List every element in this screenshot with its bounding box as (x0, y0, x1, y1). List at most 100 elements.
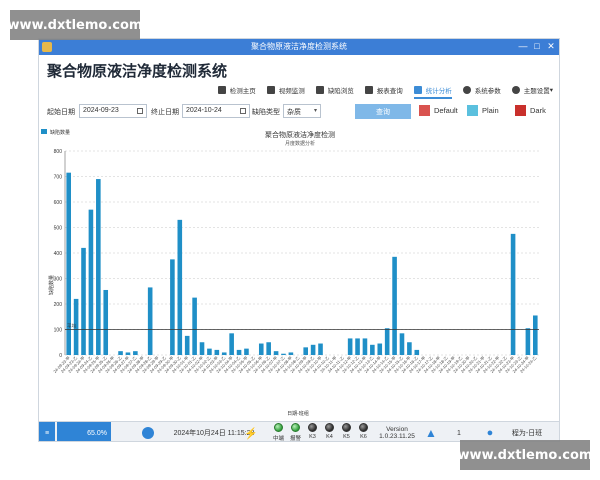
chart-bar[interactable] (103, 289, 109, 355)
print-icon (364, 86, 373, 94)
legend-label[interactable]: 缺陷数量 (50, 129, 70, 136)
tab-home[interactable]: 检测主页 (217, 83, 256, 97)
close-button[interactable]: ✕ (545, 40, 557, 52)
tab-gear[interactable]: 系统参数 (462, 83, 501, 97)
indicator-lights: 中端 报警 K3 K4 K5 K6 (271, 423, 373, 441)
chart-bar[interactable] (414, 349, 420, 355)
version-value: 1.0.23.11.25 (379, 433, 415, 440)
chart-bar[interactable] (310, 344, 316, 355)
chart-bar[interactable] (244, 348, 249, 355)
theme-plain[interactable]: Plain (467, 105, 499, 116)
legend-swatch (41, 129, 47, 134)
chart-bar[interactable] (118, 351, 123, 355)
chart-bar[interactable] (288, 352, 294, 355)
chart-bar[interactable] (170, 259, 175, 355)
chart-bar[interactable] (370, 344, 375, 355)
chart-bar[interactable] (221, 352, 227, 355)
start-date-value: 2024-09-23 (83, 107, 119, 114)
chart-bar[interactable] (81, 247, 86, 355)
chart-bar[interactable] (510, 233, 516, 355)
user-icon[interactable]: ● (483, 422, 497, 441)
theme-dark-swatch-icon (515, 105, 526, 116)
chart-bar[interactable] (236, 349, 242, 355)
chart-bar[interactable] (533, 315, 538, 355)
calendar-icon[interactable] (240, 108, 246, 114)
tab-picture[interactable]: 缺陷浏览 (315, 83, 354, 97)
theme-dark[interactable]: Dark (515, 105, 546, 116)
tab-label: 报表查询 (376, 88, 403, 95)
version-info: Version 1.0.23.11.25 (377, 422, 417, 441)
chart-bar[interactable] (125, 352, 131, 355)
progress-value: 65.0% (87, 429, 107, 437)
end-date-input[interactable]: 2024-10-24 (182, 104, 250, 118)
chart-bar[interactable] (281, 353, 286, 355)
y-tick-label: 400 (54, 251, 63, 257)
minimize-button[interactable]: — (517, 40, 529, 52)
tab-label: 视频监测 (278, 88, 305, 95)
indicator-label: K4 (326, 434, 333, 440)
chart-bar[interactable] (266, 342, 271, 355)
end-date-value: 2024-10-24 (186, 107, 222, 114)
chart-bar[interactable] (184, 335, 190, 355)
chart-bar[interactable] (384, 328, 390, 355)
chart-bar[interactable] (392, 256, 397, 355)
chart-bar[interactable] (147, 287, 153, 355)
picture-icon (315, 86, 324, 94)
chart-bar[interactable] (362, 338, 368, 355)
y-tick-label: 100 (54, 328, 63, 334)
y-tick-label: 300 (54, 277, 63, 283)
tab-label: 缺陷浏览 (327, 88, 354, 95)
chart-bar[interactable] (229, 333, 234, 355)
tab-image[interactable]: 视频监测 (266, 83, 305, 97)
chart-area: 缺陷数量 聚合物原液洁净度检测 月度数据分析 缺陷数量 日期-班组 0 100 20… (39, 129, 559, 421)
chevron-down-icon: ▾ (313, 108, 317, 114)
main-nav: 检测主页 视频监测 缺陷浏览 报表查询 统计分析 系统参数 主题设置 ▾ (207, 83, 553, 99)
defect-type-label: 缺陷类型 (252, 109, 280, 116)
indicator-label: K5 (343, 434, 350, 440)
menu-toggle-icon[interactable]: ≡ (39, 422, 55, 441)
chart-bar[interactable] (407, 342, 412, 355)
indicator-light: 中端 (271, 423, 286, 441)
defect-type-select[interactable]: 杂质 ▾ (283, 104, 321, 118)
tab-print[interactable]: 报表查询 (364, 83, 403, 97)
alarm-count: 1 (457, 429, 461, 437)
chart-bar[interactable] (199, 342, 205, 355)
chart-bar[interactable] (214, 349, 220, 355)
chart-bar[interactable] (177, 219, 183, 355)
chart-bar[interactable] (258, 343, 264, 355)
status-light-icon (274, 423, 283, 432)
chart-bar[interactable] (192, 297, 197, 355)
warning-icon[interactable]: ▲ (423, 422, 439, 441)
y-tick-label: 0 (59, 353, 62, 359)
chart-bar[interactable] (377, 343, 383, 355)
chart-bar[interactable] (96, 179, 101, 355)
calendar-icon[interactable] (137, 108, 143, 114)
y-tick-label: 800 (54, 149, 63, 155)
chart-bar[interactable] (88, 209, 94, 355)
clock-icon (141, 422, 155, 441)
chart-bar[interactable] (318, 343, 323, 355)
start-date-input[interactable]: 2024-09-23 (79, 104, 147, 118)
chart-bar[interactable] (207, 348, 212, 355)
status-light-icon (291, 423, 300, 432)
chart-bar[interactable] (347, 338, 353, 355)
tab-chart[interactable]: 统计分析 (413, 83, 452, 99)
chart-bar[interactable] (355, 338, 360, 355)
status-light-icon (325, 423, 334, 432)
chart-bar[interactable] (133, 351, 138, 355)
gear-icon (462, 86, 471, 94)
query-button[interactable]: 查询 (355, 104, 411, 119)
chart-bar[interactable] (273, 351, 279, 355)
chart-bar[interactable] (303, 347, 308, 355)
indicator-light: K6 (356, 423, 371, 441)
tab-refresh[interactable]: 主题设置 ▾ (511, 83, 553, 97)
chevron-down-icon: ▾ (549, 87, 553, 94)
y-tick-label: 500 (54, 226, 63, 232)
indicator-label: K3 (309, 434, 316, 440)
user-name: 程为-日班 (511, 430, 543, 437)
title-bar: 聚合物原液洁净度检测系统 — □ ✕ (39, 39, 559, 55)
chart-bar[interactable] (399, 333, 405, 355)
maximize-button[interactable]: □ (531, 40, 543, 52)
chart-bar[interactable] (525, 328, 531, 355)
theme-default[interactable]: Default (419, 105, 458, 116)
